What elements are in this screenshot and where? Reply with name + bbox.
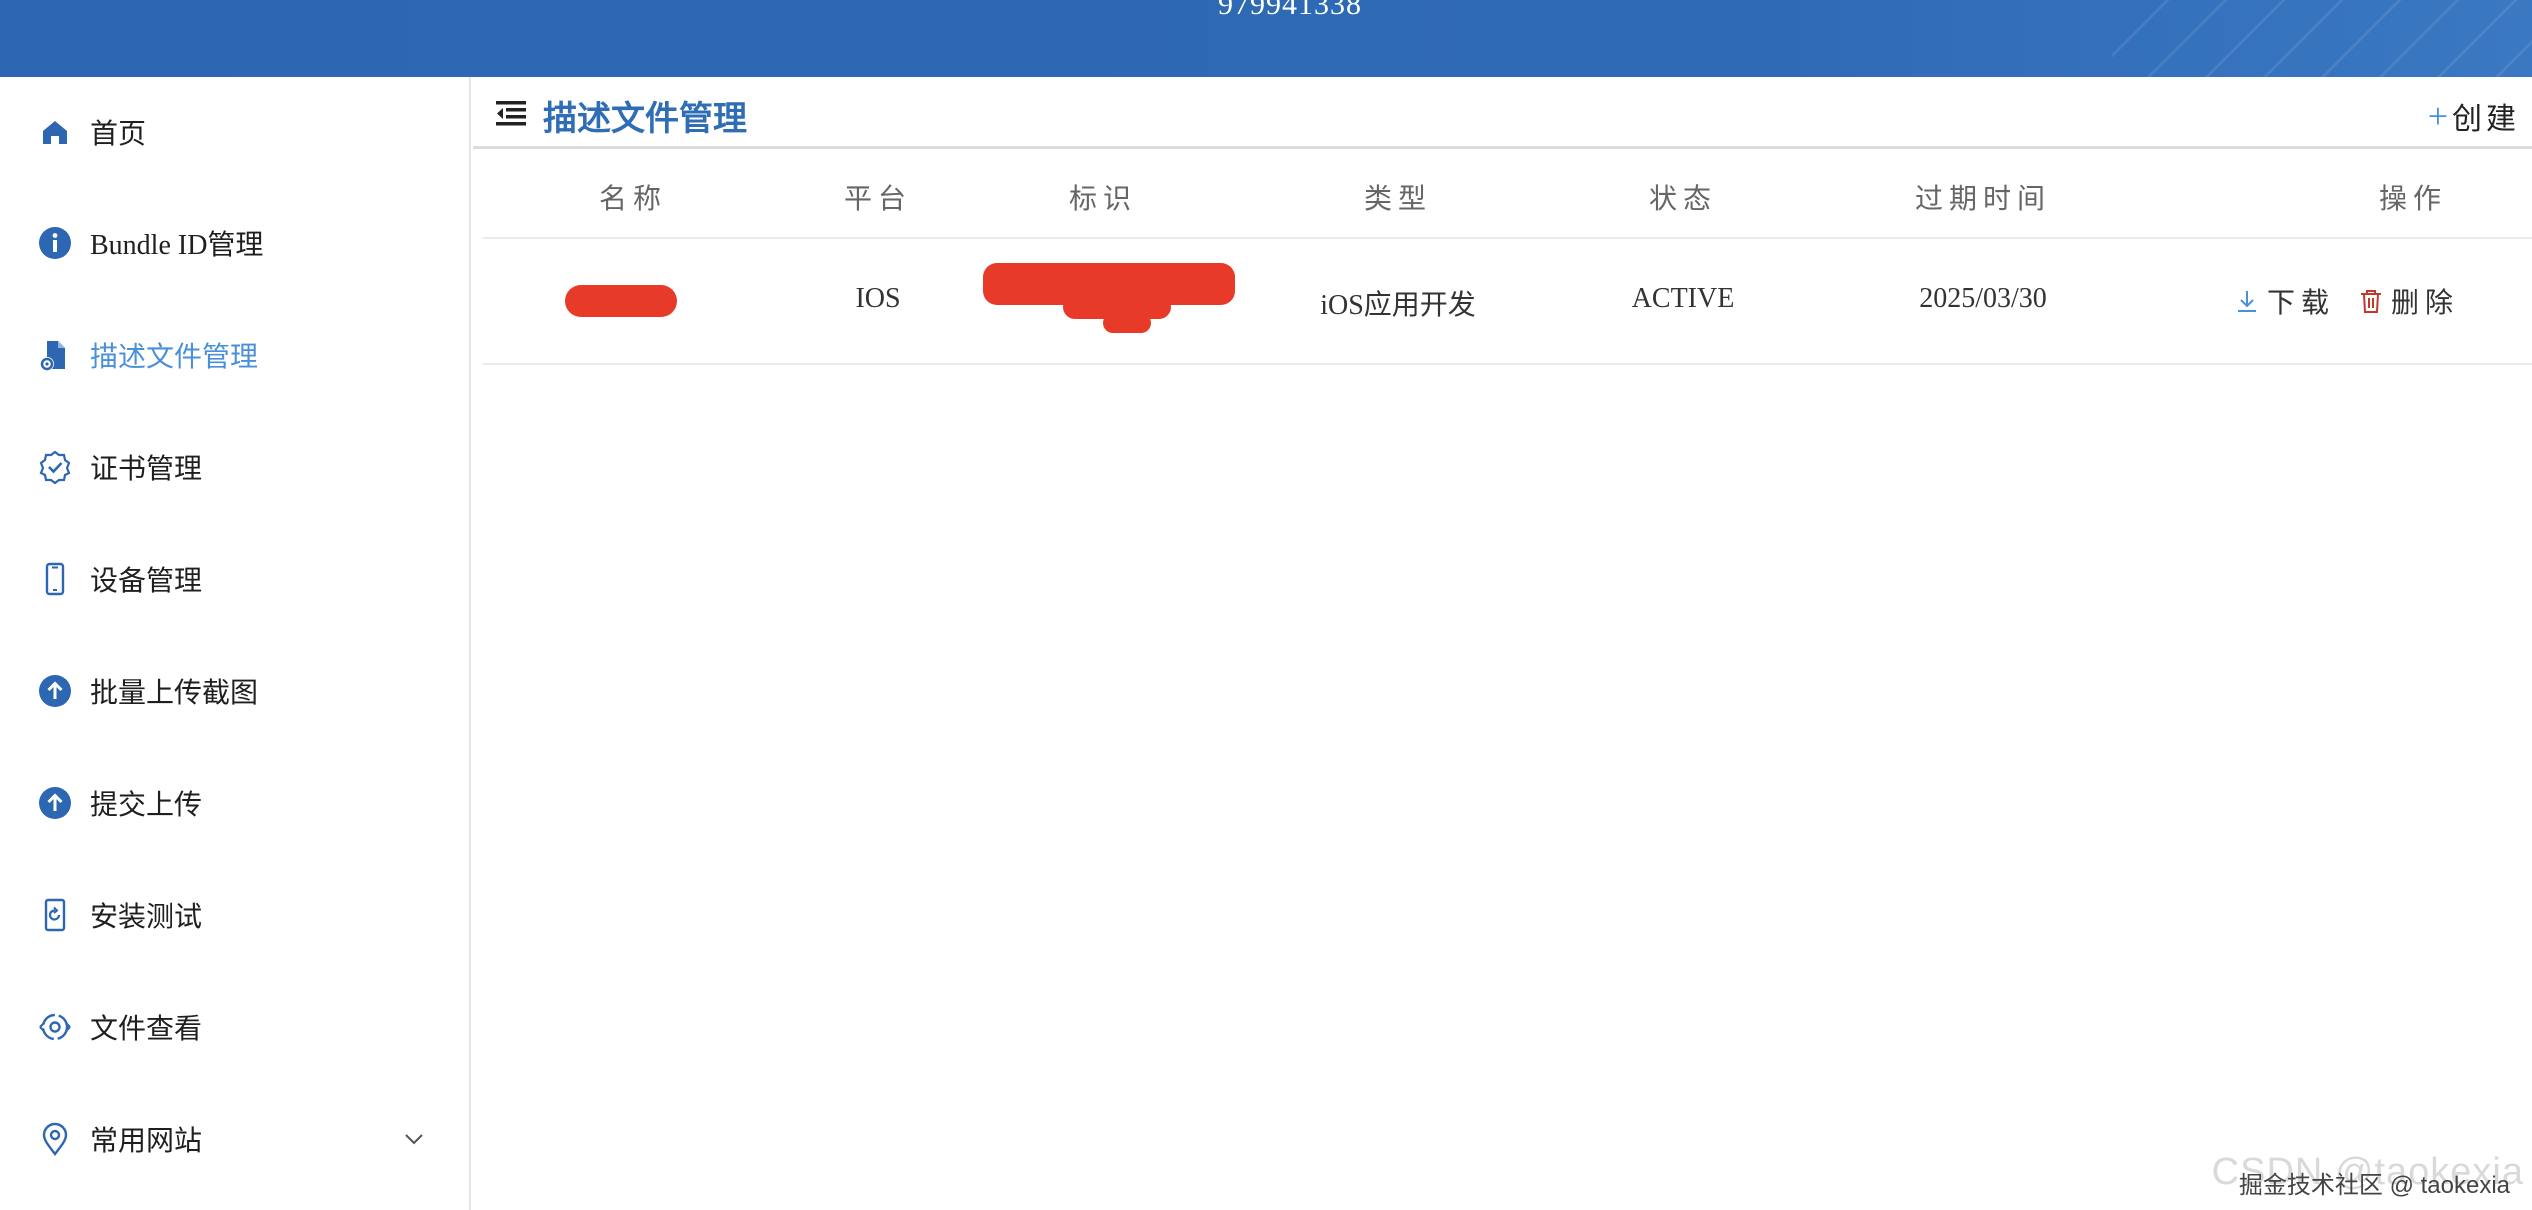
- sidebar-item-label: 安装测试: [90, 902, 203, 933]
- sidebar: 首页 Bundle ID管理 描述文件管理 证书管理 设备管理 批量上传截图 提…: [0, 77, 471, 1210]
- sidebar-item-label: 常用网站: [90, 1126, 203, 1157]
- column-header-expires: 过期时间: [1914, 184, 2051, 215]
- file-settings-icon: [36, 336, 74, 374]
- sidebar-item-file-view[interactable]: 文件查看: [0, 987, 469, 1067]
- table-row[interactable]: IOS iOS应用开发 ACTIVE 2025/03/30 下载 删除: [483, 241, 2532, 365]
- menu-collapse-icon[interactable]: [495, 99, 527, 129]
- sidebar-item-label: 提交上传: [90, 790, 203, 821]
- redaction-mark: [1103, 313, 1151, 333]
- column-header-identifier: 标识: [1068, 184, 1137, 215]
- sidebar-item-submit-upload[interactable]: 提交上传: [0, 763, 469, 843]
- row-actions: 下载 删除: [2233, 281, 2459, 321]
- install-refresh-icon: [36, 896, 74, 934]
- info-icon: [36, 224, 74, 262]
- sidebar-item-install-test[interactable]: 安装测试: [0, 875, 469, 955]
- sidebar-item-label: 设备管理: [90, 566, 203, 597]
- top-bar: 979941338: [0, 0, 2532, 77]
- download-label: 下载: [2267, 288, 2336, 319]
- phone-icon: [36, 560, 74, 598]
- sidebar-item-home[interactable]: 首页: [0, 92, 469, 172]
- location-pin-icon: [36, 1120, 74, 1158]
- sidebar-item-label: 批量上传截图: [90, 678, 259, 709]
- sidebar-item-bundle-id[interactable]: Bundle ID管理: [0, 203, 469, 283]
- sidebar-item-label: Bundle ID管理: [90, 230, 264, 261]
- column-header-status: 状态: [1648, 184, 1717, 215]
- delete-label: 删除: [2391, 288, 2460, 319]
- sidebar-item-label: 证书管理: [90, 454, 203, 485]
- redaction-mark: [565, 285, 677, 317]
- download-button[interactable]: 下载: [2233, 281, 2335, 321]
- cell-platform: IOS: [855, 283, 901, 314]
- cell-type: iOS应用开发: [1320, 290, 1476, 321]
- app-title: 979941338: [1218, 0, 1362, 21]
- sidebar-item-certificates[interactable]: 证书管理: [0, 427, 469, 507]
- column-header-actions: 操作: [2378, 184, 2447, 215]
- trash-icon: [2361, 290, 2382, 313]
- watermark-front: 掘金技术社区 @ taokexia: [2238, 1172, 2510, 1199]
- table-header: 名称 平台 标识 类型 状态 过期时间 操作: [483, 151, 2532, 239]
- plus-icon: +: [2427, 96, 2448, 136]
- cell-expires: 2025/03/30: [1919, 283, 2047, 314]
- column-header-name: 名称: [598, 184, 667, 215]
- sidebar-item-common-sites[interactable]: 常用网站: [0, 1099, 469, 1179]
- page-header: 描述文件管理 + 创建: [473, 77, 2532, 149]
- create-button[interactable]: + 创建: [2428, 94, 2520, 138]
- sidebar-item-profiles[interactable]: 描述文件管理: [0, 315, 469, 395]
- file-view-icon: [36, 1008, 74, 1046]
- chevron-down-icon[interactable]: [402, 1127, 426, 1151]
- watermark: CSDN @taokexia 掘金技术社区 @ taokexia: [2212, 1151, 2524, 1199]
- delete-button[interactable]: 删除: [2357, 281, 2459, 321]
- main-content: 描述文件管理 + 创建 名称 平台 标识 类型 状态 过期时间 操作 IOS i…: [473, 77, 2532, 1210]
- sidebar-item-label: 文件查看: [90, 1014, 203, 1045]
- sidebar-item-label: 描述文件管理: [90, 342, 259, 373]
- sidebar-item-label: 首页: [90, 119, 147, 150]
- page-title: 描述文件管理: [543, 101, 747, 138]
- upload-icon: [36, 784, 74, 822]
- certificate-badge-icon: [36, 448, 74, 486]
- sidebar-item-batch-upload-screenshots[interactable]: 批量上传截图: [0, 651, 469, 731]
- sidebar-item-devices[interactable]: 设备管理: [0, 539, 469, 619]
- column-header-type: 类型: [1363, 184, 1432, 215]
- home-icon: [36, 113, 74, 151]
- upload-icon: [36, 672, 74, 710]
- cell-status: ACTIVE: [1631, 283, 1735, 314]
- download-icon: [2238, 291, 2256, 312]
- create-button-label: 创建: [2452, 103, 2520, 136]
- column-header-platform: 平台: [843, 184, 912, 215]
